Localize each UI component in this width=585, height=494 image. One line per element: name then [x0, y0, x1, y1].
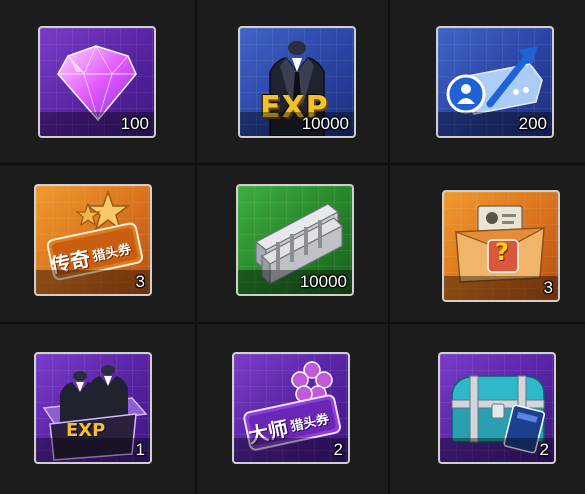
- column-divider: [388, 0, 390, 494]
- item-count: 10000: [299, 272, 347, 291]
- item-slot-diamond[interactable]: 100: [38, 26, 156, 138]
- item-slot-exp-box[interactable]: EXP 1: [34, 352, 152, 464]
- item-count: 2: [333, 440, 343, 459]
- item-count: 2: [539, 440, 549, 459]
- item-count: 1: [135, 440, 145, 459]
- row-divider: [0, 322, 585, 324]
- item-count: 3: [543, 278, 553, 297]
- slot-footer: [440, 438, 554, 462]
- slot-footer: [444, 276, 558, 300]
- slot-footer: [234, 438, 348, 462]
- item-count: 200: [518, 114, 547, 133]
- item-slot-mystery-box[interactable]: ? 3: [442, 190, 560, 302]
- item-slot-treasure-chest[interactable]: 2: [438, 352, 556, 464]
- item-slot-suit-exp[interactable]: EXP 10000: [238, 26, 356, 138]
- item-count: 3: [135, 272, 145, 291]
- row-divider: [0, 163, 585, 165]
- item-slot-steel-bars[interactable]: 10000: [236, 184, 354, 296]
- item-count: 100: [120, 114, 149, 133]
- question-mark: ?: [495, 238, 509, 266]
- item-slot-upgrade-ticket[interactable]: 200: [436, 26, 554, 138]
- item-count: 10000: [301, 114, 349, 133]
- item-slot-master-coupon[interactable]: 大师 猎头券 2: [232, 352, 350, 464]
- column-divider: [195, 0, 197, 494]
- item-slot-legendary-coupon[interactable]: 传奇 猎头券 3: [34, 184, 152, 296]
- slot-footer: [36, 270, 150, 294]
- slot-footer: [36, 438, 150, 462]
